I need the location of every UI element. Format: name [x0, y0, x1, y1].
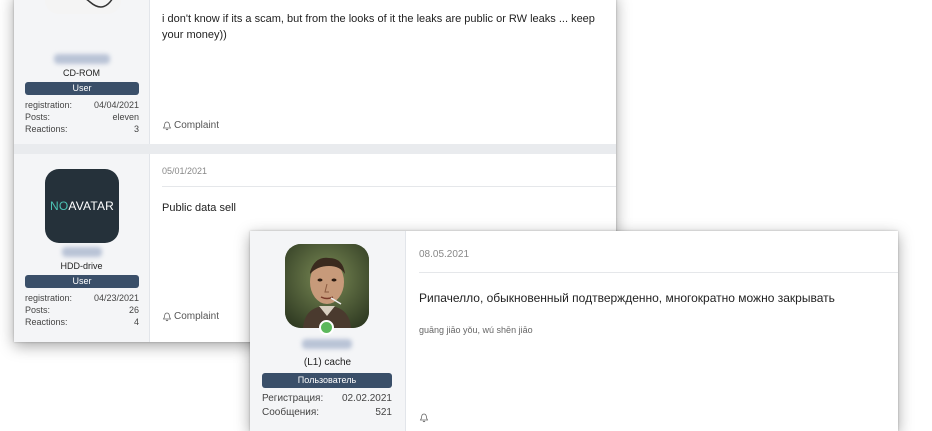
- stat-registration: registration: 04/04/2021: [25, 100, 139, 110]
- post-date[interactable]: 05/01/2021: [162, 166, 207, 176]
- stat-label: Регистрация:: [262, 393, 324, 404]
- stat-value: 04/23/2021: [93, 293, 139, 303]
- post-3-content: 08.05.2021 Рипачелло, обыкновенный подтв…: [406, 231, 898, 431]
- avatar[interactable]: [45, 0, 121, 14]
- stat-value: 26: [128, 305, 139, 315]
- stat-posts: Posts: 26: [25, 305, 139, 315]
- username-blurred[interactable]: [54, 54, 110, 64]
- stat-label: registration:: [25, 293, 73, 303]
- stat-value: eleven: [112, 112, 139, 122]
- username-blurred[interactable]: [62, 247, 102, 257]
- role-badge: User: [25, 275, 139, 288]
- no-avatar-text-avatar: AVATAR: [68, 199, 115, 213]
- no-avatar-label: NOAVATAR: [45, 199, 119, 213]
- stat-registration: registration: 04/23/2021: [25, 293, 139, 303]
- post-1: CD-ROM User registration: 04/04/2021 Pos…: [14, 0, 616, 144]
- user-rank: HDD-drive: [60, 261, 103, 271]
- stat-value: 521: [375, 407, 392, 418]
- sketch-avatar-image: [45, 0, 121, 14]
- user-rank: (L1) cache: [303, 357, 352, 368]
- no-avatar-image[interactable]: NOAVATAR: [45, 169, 119, 243]
- post-text: Public data sell: [162, 202, 236, 214]
- complaint-link[interactable]: Complaint: [162, 120, 219, 131]
- stat-label: Сообщения:: [262, 407, 320, 418]
- stat-value: 04/04/2021: [93, 100, 139, 110]
- post-3-author-sidebar: (L1) cache Пользователь Регистрация: 02.…: [250, 231, 406, 431]
- stat-messages: Сообщения: 521: [262, 407, 392, 418]
- post-date[interactable]: 08.05.2021: [419, 249, 469, 260]
- complaint-link[interactable]: [419, 413, 429, 423]
- stat-label: registration:: [25, 100, 73, 110]
- divider: [419, 272, 898, 273]
- stat-value: 3: [133, 124, 139, 134]
- no-avatar-text-no: NO: [49, 199, 69, 213]
- post-text: Рипачелло, обыкновенный подтвержденно, м…: [419, 291, 835, 305]
- complaint-link[interactable]: Complaint: [162, 311, 219, 322]
- bell-icon: [162, 312, 172, 321]
- post-1-author-sidebar: CD-ROM User registration: 04/04/2021 Pos…: [14, 0, 150, 144]
- stat-label: Reactions:: [25, 317, 68, 327]
- online-indicator-icon: [319, 320, 334, 335]
- complaint-label: Complaint: [174, 311, 220, 322]
- forum-screenshot-russian: (L1) cache Пользователь Регистрация: 02.…: [250, 231, 898, 431]
- username-blurred[interactable]: [302, 339, 352, 349]
- character-portrait-image: [285, 244, 369, 328]
- stat-value: 02.02.2021: [341, 393, 392, 404]
- divider: [162, 186, 616, 187]
- complaint-label: Complaint: [174, 120, 220, 131]
- avatar[interactable]: [285, 244, 369, 328]
- stat-registration: Регистрация: 02.02.2021: [262, 393, 392, 404]
- stat-label: Posts:: [25, 112, 51, 122]
- stat-value: 4: [133, 317, 139, 327]
- stat-label: Posts:: [25, 305, 51, 315]
- post-3: (L1) cache Пользователь Регистрация: 02.…: [250, 231, 898, 431]
- stat-reactions: Reactions: 4: [25, 317, 139, 327]
- stat-reactions: Reactions: 3: [25, 124, 139, 134]
- post-separator: [14, 144, 616, 154]
- post-1-content: i don't know if its a scam, but from the…: [150, 0, 616, 144]
- role-badge: Пользователь: [262, 373, 392, 388]
- stat-label: Reactions:: [25, 124, 68, 134]
- stat-posts: Posts: eleven: [25, 112, 139, 122]
- post-2-author-sidebar: NOAVATAR HDD-drive User registration: 04…: [14, 154, 150, 342]
- role-badge: User: [25, 82, 139, 95]
- bell-icon: [419, 413, 429, 423]
- user-rank: CD-ROM: [63, 68, 100, 78]
- post-signature: guāng jiāo yǒu, wú shēn jiāo: [419, 325, 533, 335]
- bell-icon: [162, 121, 172, 130]
- post-text: i don't know if its a scam, but from the…: [162, 13, 595, 41]
